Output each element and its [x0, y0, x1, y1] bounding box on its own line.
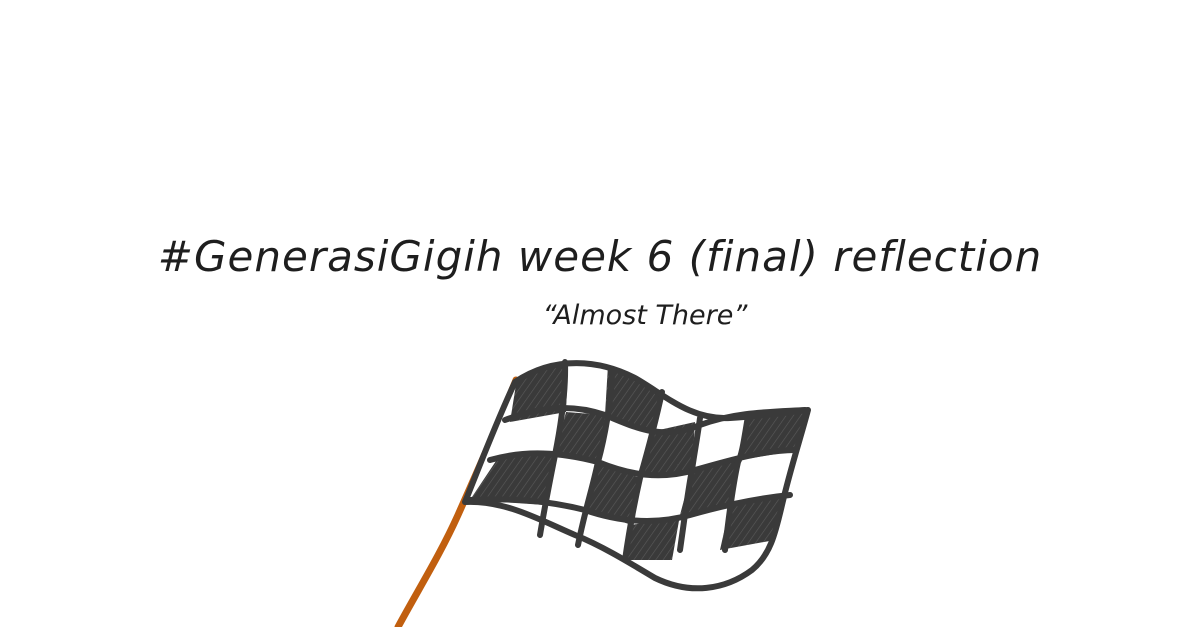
post-title: #GenerasiGigih week 6 (final) reflection [157, 232, 1043, 281]
post-subtitle: “Almost There” [542, 300, 748, 331]
checkered-flag-icon [394, 359, 811, 627]
cover-image: #GenerasiGigih week 6 (final) reflection… [0, 0, 1200, 627]
flag-checkers [465, 363, 808, 589]
